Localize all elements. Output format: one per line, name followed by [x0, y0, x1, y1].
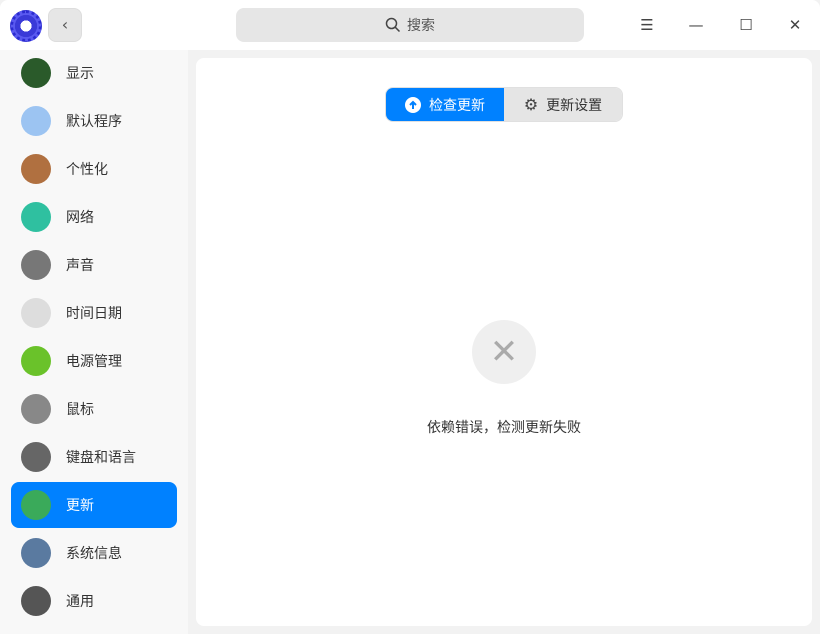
- maximize-button[interactable]: ☐: [731, 10, 761, 40]
- error-message: 依赖错误，检测更新失败: [427, 420, 581, 436]
- sidebar-item-label: 个性化: [66, 162, 108, 178]
- tab-check-label: 检查更新: [429, 97, 485, 114]
- sidebar-item[interactable]: 网络: [11, 194, 177, 240]
- sidebar-item[interactable]: 键盘和语言: [11, 434, 177, 480]
- sidebar-item-icon: [21, 394, 51, 424]
- titlebar: ‹ 搜索 ☰ — ☐ ✕: [0, 0, 820, 50]
- sidebar-item-label: 声音: [66, 258, 94, 274]
- sidebar-item-label: 鼠标: [66, 402, 94, 418]
- tab-check-update[interactable]: 检查更新: [386, 88, 504, 121]
- menu-button[interactable]: ☰: [632, 10, 662, 40]
- arrow-up-circle-icon: [405, 96, 421, 113]
- sidebar-item[interactable]: 通用: [11, 578, 177, 624]
- error-icon: ✕: [472, 320, 536, 384]
- sidebar-item-label: 显示: [66, 66, 94, 82]
- sidebar-item-icon: [21, 202, 51, 232]
- update-tabs: 检查更新 ⚙ 更新设置: [385, 87, 623, 122]
- sidebar-item-icon: [21, 154, 51, 184]
- tab-update-settings[interactable]: ⚙ 更新设置: [504, 88, 622, 121]
- sidebar: 显示默认程序个性化网络声音时间日期电源管理鼠标键盘和语言更新系统信息通用: [0, 50, 188, 634]
- sidebar-item-label: 网络: [66, 210, 94, 226]
- search-placeholder: 搜索: [407, 18, 435, 34]
- search-input[interactable]: 搜索: [236, 8, 584, 42]
- search-icon: [385, 17, 401, 33]
- sidebar-item[interactable]: 更新: [11, 482, 177, 528]
- sidebar-item-icon: [21, 58, 51, 88]
- sidebar-item[interactable]: 系统信息: [11, 530, 177, 576]
- sidebar-item-icon: [21, 538, 51, 568]
- app-logo-icon: [10, 10, 42, 42]
- sidebar-item[interactable]: 声音: [11, 242, 177, 288]
- sidebar-item-icon: [21, 586, 51, 616]
- sidebar-item[interactable]: 鼠标: [11, 386, 177, 432]
- sidebar-item-icon: [21, 250, 51, 280]
- sidebar-item-icon: [21, 490, 51, 520]
- minimize-button[interactable]: —: [681, 10, 711, 40]
- sidebar-item-icon: [21, 346, 51, 376]
- sidebar-item-label: 电源管理: [66, 354, 122, 370]
- sidebar-item-label: 时间日期: [66, 306, 122, 322]
- sidebar-item-label: 键盘和语言: [66, 450, 136, 466]
- sidebar-item-icon: [21, 106, 51, 136]
- close-button[interactable]: ✕: [780, 10, 810, 40]
- sidebar-item[interactable]: 显示: [11, 50, 177, 96]
- sidebar-item[interactable]: 时间日期: [11, 290, 177, 336]
- sidebar-item[interactable]: 电源管理: [11, 338, 177, 384]
- update-panel: 检查更新 ⚙ 更新设置 ✕ 依赖错误，检测更新失败: [196, 58, 812, 626]
- sidebar-item[interactable]: 默认程序: [11, 98, 177, 144]
- sidebar-item-label: 系统信息: [66, 546, 122, 562]
- sidebar-item-icon: [21, 442, 51, 472]
- sidebar-item-icon: [21, 298, 51, 328]
- gear-icon: ⚙: [523, 95, 539, 114]
- sidebar-item-label: 通用: [66, 594, 94, 610]
- back-button[interactable]: ‹: [48, 8, 82, 42]
- sidebar-item-label: 更新: [66, 498, 94, 514]
- tab-settings-label: 更新设置: [546, 97, 603, 114]
- sidebar-item-label: 默认程序: [66, 114, 122, 130]
- sidebar-item[interactable]: 个性化: [11, 146, 177, 192]
